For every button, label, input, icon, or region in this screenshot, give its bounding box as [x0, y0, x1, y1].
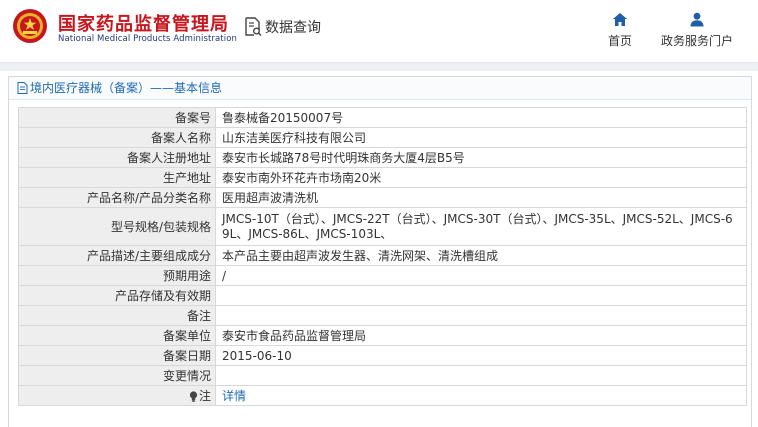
note-label-cell: 注: [18, 385, 216, 406]
panel-title-text: 境内医疗器械（备案）——基本信息: [30, 81, 223, 95]
table-row: 产品名称/产品分类名称 医用超声波清洗机: [18, 187, 747, 208]
field-label: 注: [198, 388, 211, 403]
table-row: 产品描述/主要组成成分 本产品主要由超声波发生器、清洗网架、清洗槽组成: [18, 245, 747, 266]
field-label: 备案人名称: [18, 127, 216, 148]
field-label: 产品名称/产品分类名称: [18, 187, 216, 208]
nav-gov-service-portal[interactable]: 政务服务门户: [654, 12, 740, 49]
table-row: 预期用途 /: [18, 265, 747, 286]
field-label: 备注: [18, 305, 216, 326]
site-header: 国家药品监督管理局 National Medical Products Admi…: [0, 0, 758, 62]
data-query-label: 数据查询: [265, 20, 321, 36]
field-value: 本产品主要由超声波发生器、清洗网架、清洗槽组成: [215, 245, 747, 266]
table-row: 备注: [18, 305, 747, 326]
field-value: 泰安市南外环花卉市场南20米: [215, 167, 747, 188]
device-info-table: 备案号 鲁泰械备20150007号 备案人名称 山东洁美医疗科技有限公司 备案人…: [18, 107, 747, 406]
table-row: 变更情况: [18, 365, 747, 386]
panel-title: 境内医疗器械（备案）——基本信息: [9, 77, 751, 100]
field-label: 备案号: [18, 107, 216, 128]
field-value: [215, 365, 747, 386]
home-icon: [613, 13, 627, 26]
table-row: 备案人注册地址 泰安市长城路78号时代明珠商务大厦4层B5号: [18, 147, 747, 168]
nav-home-label: 首页: [607, 34, 632, 48]
data-query-link[interactable]: 数据查询: [244, 17, 321, 37]
brand-title-cn[interactable]: 国家药品监督管理局: [58, 10, 229, 36]
table-row: 注 详情: [18, 385, 747, 406]
field-label: 备案单位: [18, 325, 216, 346]
field-label: 产品描述/主要组成成分: [18, 245, 216, 266]
table-row: 备案日期 2015-06-10: [18, 345, 747, 366]
user-icon: [690, 12, 704, 27]
field-label: 预期用途: [18, 265, 216, 286]
nav-portal-label: 政务服务门户: [660, 34, 733, 48]
field-value: /: [215, 265, 747, 286]
note-value-cell: 详情: [215, 385, 747, 406]
field-value: [215, 305, 747, 326]
table-row: 备案人名称 山东洁美医疗科技有限公司: [18, 127, 747, 148]
document-search-icon: [245, 17, 262, 37]
field-label: 生产地址: [18, 167, 216, 188]
field-label: 变更情况: [18, 365, 216, 386]
field-value: JMCS-10T（台式）、JMCS-22T（台式）、JMCS-30T（台式）、J…: [215, 207, 747, 246]
field-label: 备案日期: [18, 345, 216, 366]
table-row: 产品存储及有效期: [18, 285, 747, 306]
document-icon: [17, 82, 28, 94]
field-value: 泰安市食品药品监督管理局: [215, 325, 747, 346]
national-emblem-logo: [13, 9, 47, 43]
field-value: 医用超声波清洗机: [215, 187, 747, 208]
field-label: 型号规格/包装规格: [18, 207, 216, 246]
field-value: 山东洁美医疗科技有限公司: [215, 127, 747, 148]
table-row: 型号规格/包装规格 JMCS-10T（台式）、JMCS-22T（台式）、JMCS…: [18, 207, 747, 246]
table-row: 备案单位 泰安市食品药品监督管理局: [18, 325, 747, 346]
field-value: 2015-06-10: [215, 345, 747, 366]
field-value: [215, 285, 747, 306]
lightbulb-icon: [189, 390, 198, 402]
nav-home[interactable]: 首页: [602, 12, 638, 49]
header-divider: [0, 62, 758, 71]
field-value: 鲁泰械备20150007号: [215, 107, 747, 128]
brand-title-en[interactable]: National Medical Products Administration: [58, 34, 237, 44]
details-link[interactable]: 详情: [222, 389, 246, 403]
field-label: 备案人注册地址: [18, 147, 216, 168]
field-label: 产品存储及有效期: [18, 285, 216, 306]
table-row: 生产地址 泰安市南外环花卉市场南20米: [18, 167, 747, 188]
table-row: 备案号 鲁泰械备20150007号: [18, 107, 747, 128]
field-value: 泰安市长城路78号时代明珠商务大厦4层B5号: [215, 147, 747, 168]
